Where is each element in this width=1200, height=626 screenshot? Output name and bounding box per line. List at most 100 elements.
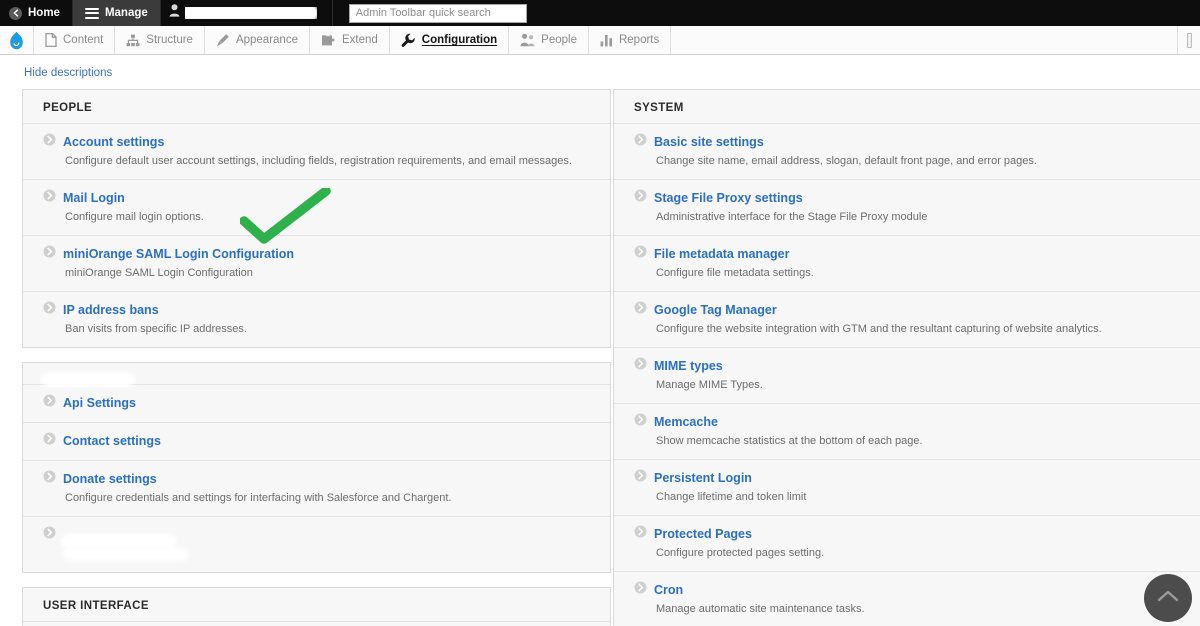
panel-title: [23, 363, 610, 385]
menu-tab-reports-label: Reports: [618, 34, 660, 46]
config-item-description: Change site name, email address, slogan,…: [656, 155, 1037, 167]
config-item-head: Contact settings: [43, 432, 590, 450]
config-item-description: Ban visits from specific IP addresses.: [65, 323, 247, 335]
config-item-head: Stage File Proxy settings: [634, 189, 1181, 207]
home-button-label: Home: [28, 7, 60, 19]
config-item: Api Settings: [23, 385, 610, 423]
manage-button-label: Manage: [104, 7, 148, 19]
menu-tab-reports[interactable]: Reports: [589, 26, 672, 54]
config-item: Account settings Configure default user a…: [23, 124, 610, 180]
menu-tab-content[interactable]: Content: [34, 26, 116, 54]
user-account-button[interactable]: [161, 0, 333, 26]
config-item: Basic site settings Change site name, ema…: [614, 124, 1200, 180]
menu-tab-structure[interactable]: Structure: [115, 26, 205, 54]
chevron-right-circle-icon: [634, 245, 647, 263]
chevron-right-circle-icon: [634, 525, 647, 543]
config-item-link[interactable]: IP address bans: [63, 303, 159, 318]
config-item: Cron Manage automatic site maintenance ta…: [614, 572, 1200, 626]
config-panel: PEOPLE Account settings Configure default …: [22, 89, 611, 348]
chevron-right-circle-icon: [43, 470, 56, 488]
manage-button[interactable]: Manage: [72, 0, 161, 26]
hamburger-menu-icon: [84, 7, 99, 19]
menu-tab-people-label: People: [541, 34, 577, 46]
config-item-head: MIME types: [634, 357, 1181, 375]
config-item: [23, 517, 610, 572]
chevron-right-circle-icon: [634, 301, 647, 319]
config-item-head: Account settings: [43, 133, 590, 151]
config-item: Stage File Proxy settings Administrative …: [614, 180, 1200, 236]
admin-menu-bar: Content Structure Appearance Extend Conf…: [0, 26, 1200, 55]
config-item-link[interactable]: Persistent Login: [654, 471, 752, 486]
config-item-description: Administrative interface for the Stage F…: [656, 211, 928, 223]
config-item-link[interactable]: Protected Pages: [654, 527, 752, 542]
home-button[interactable]: Home: [0, 0, 73, 26]
config-item-link[interactable]: Donate settings: [63, 472, 157, 487]
username-redacted: [185, 7, 317, 19]
menu-tab-structure-label: Structure: [146, 34, 193, 46]
config-item-description: Configure default user account settings,…: [65, 155, 572, 167]
config-item-link[interactable]: Basic site settings: [654, 135, 764, 150]
config-item-head: Mail Login: [43, 189, 590, 207]
config-item-head: Basic site settings: [634, 133, 1181, 151]
configuration-wrench-icon: [401, 33, 416, 48]
screen: Home Manage Admin Toolbar quick search C…: [0, 0, 1200, 626]
left-column: PEOPLE Account settings Configure default …: [22, 89, 611, 626]
chevron-right-circle-icon: [634, 357, 647, 375]
config-item-link[interactable]: Contact settings: [63, 434, 161, 449]
menu-tab-configuration[interactable]: Configuration: [390, 26, 510, 54]
scroll-to-top-button[interactable]: [1144, 574, 1192, 622]
config-item: Google Tag Manager Configure the website …: [614, 292, 1200, 348]
config-item-link[interactable]: Api Settings: [63, 396, 136, 411]
config-item: Contact settings: [23, 423, 610, 461]
config-item-description: Manage automatic site maintenance tasks.: [656, 603, 865, 615]
config-item-description: miniOrange SAML Login Configuration: [65, 267, 253, 279]
config-item-description: Manage MIME Types.: [656, 379, 763, 391]
config-item: Mail Login Configure mail login options.: [23, 180, 610, 236]
hide-descriptions-link[interactable]: Hide descriptions: [24, 67, 112, 79]
config-item-description: Configure file metadata settings.: [656, 267, 814, 279]
chevron-right-circle-icon: [43, 301, 56, 319]
config-item-head: File metadata manager: [634, 245, 1181, 263]
chevron-right-circle-icon: [634, 413, 647, 431]
config-item-link[interactable]: Cron: [654, 583, 683, 598]
right-column: SYSTEM Basic site settings Change site nam…: [613, 89, 1200, 626]
config-item-head: Memcache: [634, 413, 1181, 431]
config-item-link[interactable]: Mail Login: [63, 191, 125, 206]
config-item-link[interactable]: Account settings: [63, 135, 164, 150]
config-item-link[interactable]: File metadata manager: [654, 247, 789, 262]
config-item-description: Configure protected pages setting.: [656, 547, 825, 559]
config-item: MIME types Manage MIME Types.: [614, 348, 1200, 404]
config-item-link[interactable]: miniOrange SAML Login Configuration: [63, 247, 294, 262]
config-item-link[interactable]: Stage File Proxy settings: [654, 191, 803, 206]
config-item-head: Google Tag Manager: [634, 301, 1181, 319]
menu-tab-appearance-label: Appearance: [235, 34, 298, 46]
menu-tab-people[interactable]: People: [509, 26, 589, 54]
toolbar-search-container: [333, 0, 527, 26]
panel-title: SYSTEM: [614, 90, 1200, 124]
toolbar-tray-toggle[interactable]: [1178, 26, 1200, 54]
home-back-arrow-icon: [9, 6, 22, 20]
menu-tab-extend[interactable]: Extend: [310, 26, 390, 54]
config-item: miniOrange SAML Login Configuration miniO…: [23, 236, 610, 292]
menu-bar-spacer: [671, 26, 1178, 54]
config-item-link[interactable]: MIME types: [654, 359, 723, 374]
config-item-description: [43, 547, 590, 562]
config-item-head: [43, 526, 590, 544]
drupal-droplet-logo-icon[interactable]: [0, 26, 34, 54]
menu-tab-content-label: Content: [63, 34, 104, 46]
config-panel: Api Settings Contact settings Donate setti…: [22, 362, 611, 573]
config-item-link[interactable]: Memcache: [654, 415, 718, 430]
config-item: IP address bans Ban visits from specific …: [23, 292, 610, 347]
extend-puzzle-icon: [321, 34, 336, 47]
config-item-head: Api Settings: [43, 394, 590, 412]
chevron-right-circle-icon: [634, 133, 647, 151]
menu-tab-appearance[interactable]: Appearance: [205, 26, 310, 54]
config-item-description: Change lifetime and token limit: [656, 491, 807, 503]
config-item-link[interactable]: Google Tag Manager: [654, 303, 777, 318]
chevron-right-circle-icon: [43, 394, 56, 412]
chevron-right-circle-icon: [634, 469, 647, 487]
reports-bars-icon: [600, 34, 613, 47]
structure-sitemap-icon: [126, 34, 140, 47]
config-item: Persistent Login Change lifetime and toke…: [614, 460, 1200, 516]
admin-toolbar-search-input[interactable]: [348, 3, 527, 23]
